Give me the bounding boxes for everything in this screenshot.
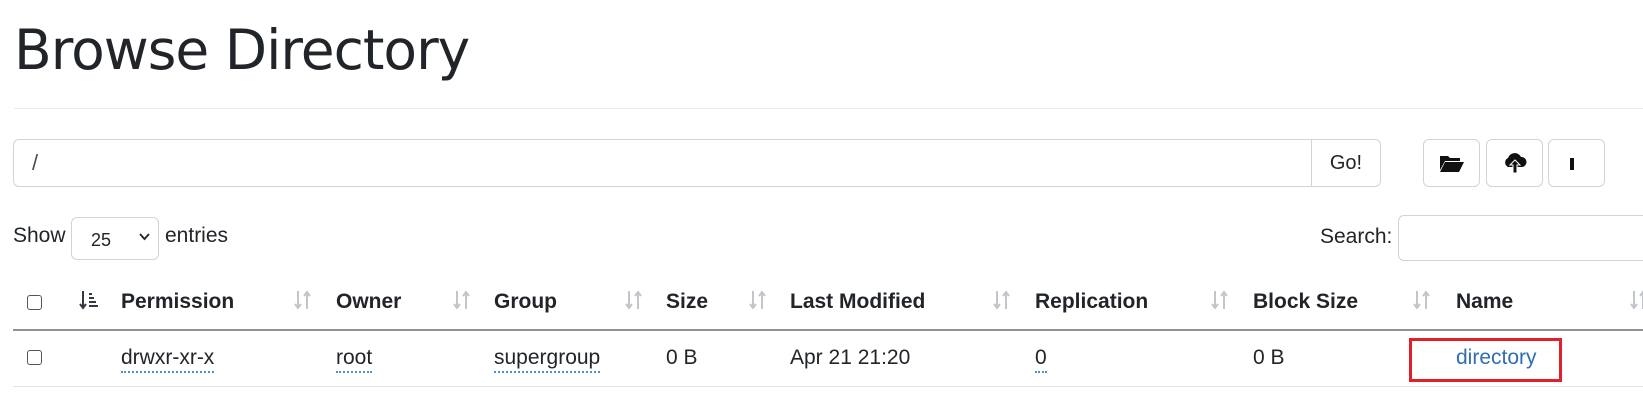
column-header-replication[interactable]: Replication: [1035, 290, 1148, 314]
column-header-name[interactable]: Name: [1456, 290, 1513, 314]
sort-icon[interactable]: [292, 289, 314, 311]
cell-block-size: 0 B: [1253, 346, 1285, 369]
entries-select-value: 25: [91, 230, 112, 250]
cell-last-modified: Apr 21 21:20: [790, 346, 911, 369]
show-label: Show: [13, 224, 66, 247]
more-tools-button[interactable]: [1548, 139, 1605, 187]
path-bar: Go!: [13, 139, 1381, 187]
sort-icon[interactable]: [1628, 289, 1643, 311]
sort-icon[interactable]: [1209, 289, 1231, 311]
sort-asc-icon[interactable]: [78, 289, 100, 311]
cell-replication[interactable]: 0: [1035, 346, 1047, 373]
cell-size: 0 B: [666, 346, 698, 369]
title-divider: [14, 108, 1643, 109]
select-all-checkbox[interactable]: [27, 295, 42, 310]
column-header-block-size[interactable]: Block Size: [1253, 290, 1358, 314]
chevron-down-icon: [139, 233, 150, 241]
entries-select[interactable]: 25: [71, 217, 159, 260]
table-row-divider: [13, 386, 1643, 387]
path-input[interactable]: [13, 139, 1311, 187]
sort-icon[interactable]: [623, 289, 645, 311]
folder-open-icon: [1439, 156, 1464, 172]
column-header-permission[interactable]: Permission: [121, 290, 234, 314]
column-header-size[interactable]: Size: [666, 290, 708, 314]
cell-owner[interactable]: root: [336, 346, 373, 373]
partial-button-icon: [1569, 158, 1574, 170]
entries-label: entries: [165, 224, 229, 247]
cell-permission[interactable]: drwxr-xr-x: [121, 346, 215, 373]
row-checkbox[interactable]: [27, 350, 42, 365]
page-title: Browse Directory: [14, 18, 470, 82]
sort-icon[interactable]: [451, 289, 473, 311]
column-header-group[interactable]: Group: [494, 290, 557, 314]
sort-icon[interactable]: [747, 289, 769, 311]
name-highlight-box: [1409, 338, 1562, 382]
upload-button[interactable]: [1486, 139, 1543, 187]
table-header-divider: [13, 329, 1643, 331]
search-input[interactable]: [1398, 215, 1643, 261]
sort-icon[interactable]: [1411, 289, 1433, 311]
search-label: Search:: [1320, 225, 1393, 248]
column-header-owner[interactable]: Owner: [336, 290, 401, 314]
go-button[interactable]: Go!: [1311, 139, 1381, 187]
create-directory-button[interactable]: [1423, 139, 1480, 187]
column-header-last-modified[interactable]: Last Modified: [790, 290, 925, 314]
cell-group[interactable]: supergroup: [494, 346, 601, 373]
cloud-upload-icon: [1504, 153, 1527, 174]
sort-icon[interactable]: [991, 289, 1013, 311]
